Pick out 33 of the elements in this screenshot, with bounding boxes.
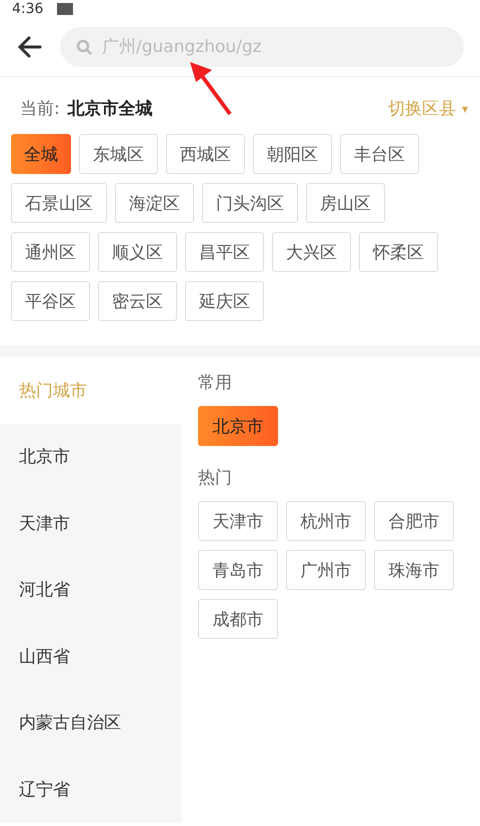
district-tag[interactable]: 昌平区 xyxy=(185,232,264,272)
district-tag[interactable]: 东城区 xyxy=(79,134,158,174)
district-tag[interactable]: 通州区 xyxy=(11,232,90,272)
caret-icon: ▾ xyxy=(462,102,468,116)
current-city: 北京市全城 xyxy=(68,98,154,120)
district-tag[interactable]: 海淀区 xyxy=(115,183,194,223)
city-tag[interactable]: 珠海市 xyxy=(374,550,454,590)
district-tag[interactable]: 丰台区 xyxy=(340,134,419,174)
section-title: 常用 xyxy=(198,372,233,394)
district-tag[interactable]: 大兴区 xyxy=(272,232,351,272)
city-tag[interactable]: 杭州市 xyxy=(286,501,366,541)
district-tag[interactable]: 密云区 xyxy=(98,281,177,321)
city-tag[interactable]: 青岛市 xyxy=(198,550,278,590)
district-tag[interactable]: 怀柔区 xyxy=(359,232,438,272)
city-tag[interactable]: 北京市 xyxy=(198,406,278,446)
city-tag[interactable]: 天津市 xyxy=(198,501,278,541)
district-tag[interactable]: 石景山区 xyxy=(11,183,107,223)
district-tag[interactable]: 朝阳区 xyxy=(253,134,332,174)
city-tag[interactable]: 广州市 xyxy=(286,550,366,590)
district-tag[interactable]: 门头沟区 xyxy=(202,183,298,223)
district-tag[interactable]: 房山区 xyxy=(306,183,385,223)
district-tag[interactable]: 延庆区 xyxy=(185,281,264,321)
search-icon xyxy=(76,39,93,56)
district-tag[interactable]: 平谷区 xyxy=(11,281,90,321)
district-tag[interactable]: 全城 xyxy=(11,134,71,174)
district-tag[interactable]: 顺义区 xyxy=(98,232,177,272)
current-label: 当前: xyxy=(20,98,60,120)
district-tag[interactable]: 西城区 xyxy=(166,134,245,174)
city-tag[interactable]: 成都市 xyxy=(198,599,278,639)
city-tag[interactable]: 合肥市 xyxy=(374,501,454,541)
section-title: 热门 xyxy=(198,467,233,489)
notification-icon xyxy=(57,3,74,15)
status-time: 4:36 xyxy=(12,0,44,18)
